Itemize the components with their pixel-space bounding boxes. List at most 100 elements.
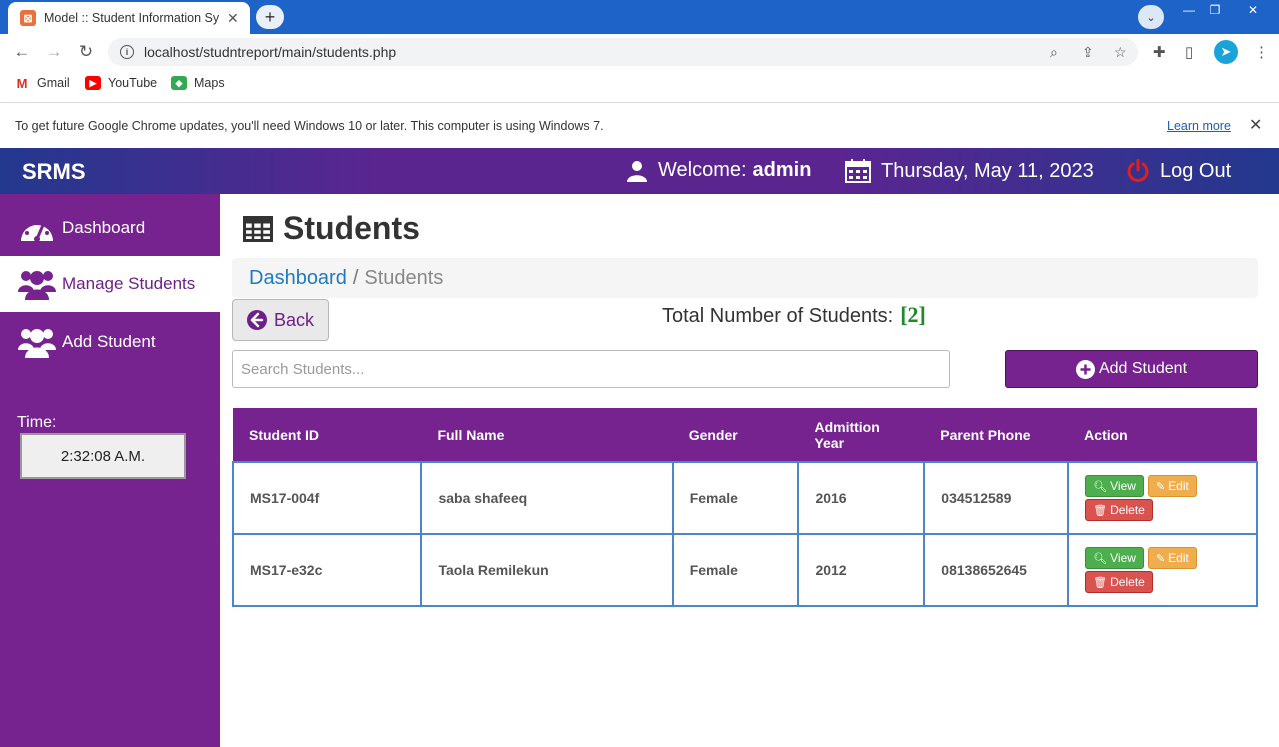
view-button[interactable]: 🔍︎ View — [1085, 475, 1144, 497]
col-parent-phone: Parent Phone — [924, 408, 1069, 462]
table-icon — [243, 215, 273, 242]
welcome-user: Welcome: admin — [626, 159, 811, 182]
learn-more-link[interactable]: Learn more — [1167, 119, 1231, 133]
bookmark-gmail[interactable]: M Gmail — [14, 76, 70, 91]
breadcrumb-separator: / — [352, 266, 359, 289]
tab-title: Model :: Student Information System — [44, 11, 219, 25]
cell-gender: Female — [671, 461, 800, 535]
time-label: Time: — [17, 414, 57, 431]
logout-link[interactable]: Log Out — [1126, 159, 1231, 183]
view-button[interactable]: 🔍︎ View — [1085, 547, 1144, 569]
table-row: MS17-e32c Taola Remilekun Female 2012 08… — [231, 533, 1258, 607]
window-close-icon[interactable]: ✕ — [1238, 0, 1268, 20]
maps-pin-icon: ◆ — [171, 76, 187, 90]
chrome-menu-icon[interactable]: ⋮ — [1254, 43, 1269, 61]
edit-button[interactable]: ✎ Edit — [1147, 547, 1197, 569]
search-icon: 🔍︎ — [1093, 480, 1108, 493]
dashboard-icon — [18, 212, 56, 244]
bookmark-label: Gmail — [37, 76, 70, 90]
add-student-label: Add Student — [1098, 360, 1188, 377]
site-info-icon[interactable]: i — [120, 45, 134, 59]
users-icon — [18, 326, 56, 358]
delete-label: Delete — [1110, 503, 1145, 517]
power-icon — [1126, 159, 1150, 183]
cell-gender: Female — [671, 533, 800, 607]
user-icon — [626, 160, 648, 182]
extensions-puzzle-icon[interactable]: ✚ — [1153, 43, 1166, 61]
restore-icon[interactable]: ❐ — [1201, 0, 1229, 20]
view-label: View — [1110, 551, 1136, 565]
url-text[interactable]: localhost/studntreport/main/students.php — [144, 44, 396, 60]
plus-circle-icon — [1075, 359, 1095, 379]
infobar-message: To get future Google Chrome updates, you… — [15, 119, 604, 133]
cell-student-id: MS17-e32c — [231, 533, 423, 607]
header-date: Thursday, May 11, 2023 — [845, 159, 1094, 183]
back-arrow-icon[interactable]: ← — [10, 41, 34, 63]
minimize-icon[interactable]: — — [1175, 0, 1203, 20]
bookmark-maps[interactable]: ◆ Maps — [171, 76, 225, 90]
cell-full-name: saba shafeeq — [420, 461, 674, 535]
page-title-text: Students — [283, 210, 420, 246]
profile-avatar-icon[interactable]: ➤ — [1214, 40, 1238, 64]
date-text: Thursday, May 11, 2023 — [881, 159, 1094, 182]
edit-icon: ✎ — [1155, 552, 1166, 565]
add-student-button[interactable]: Add Student — [1005, 350, 1258, 388]
breadcrumb-dashboard-link[interactable]: Dashboard — [249, 267, 347, 290]
users-icon — [18, 268, 56, 300]
delete-button[interactable]: 🗑︎ Delete — [1085, 499, 1153, 521]
delete-button[interactable]: 🗑︎ Delete — [1085, 571, 1153, 593]
delete-label: Delete — [1110, 575, 1145, 589]
browser-tab[interactable]: ⊠ Model :: Student Information System ✕ — [8, 2, 250, 34]
sidebar-item-label: Add Student — [62, 332, 156, 351]
breadcrumb: Dashboard / Students — [232, 258, 1258, 298]
bookmark-youtube[interactable]: ▶ YouTube — [85, 76, 157, 90]
sidebar-item-manage-students[interactable]: Manage Students — [0, 256, 220, 312]
clock-display: 2:32:08 A.M. — [20, 433, 186, 479]
cell-year: 2016 — [797, 461, 926, 535]
update-infobar: To get future Google Chrome updates, you… — [0, 102, 1279, 148]
bookmark-star-icon[interactable]: ☆ — [1114, 44, 1127, 61]
col-action: Action — [1068, 408, 1257, 462]
tab-close-icon[interactable]: ✕ — [227, 10, 239, 27]
circle-arrow-left-icon — [246, 310, 267, 330]
breadcrumb-current: Students — [364, 266, 444, 289]
sidebar-item-add-student[interactable]: Add Student — [0, 314, 220, 370]
reload-icon[interactable]: ↻ — [74, 41, 98, 63]
infobar-close-icon[interactable]: ✕ — [1249, 115, 1262, 135]
table-header-row: Student ID Full Name Gender Admittion Ye… — [233, 408, 1257, 462]
side-panel-icon[interactable]: ▯ — [1185, 43, 1193, 61]
edit-icon: ✎ — [1155, 480, 1166, 493]
sidebar: Dashboard Manage Students Add Student Ti… — [0, 194, 220, 747]
browser-toolbar: ← → ↻ i localhost/studntreport/main/stud… — [0, 34, 1279, 70]
trash-icon: 🗑︎ — [1093, 576, 1108, 589]
page-title: Students — [243, 210, 420, 247]
col-admittion-year: Admittion Year — [798, 408, 925, 462]
search-students-input[interactable] — [232, 350, 950, 388]
new-tab-button[interactable]: + — [256, 5, 284, 29]
cell-phone: 08138652645 — [923, 533, 1070, 607]
table-row: MS17-004f saba shafeeq Female 2016 03451… — [231, 461, 1258, 535]
total-label: Total Number of Students: — [662, 305, 894, 327]
cell-actions: 🔍︎ View ✎ Edit 🗑︎ Delete — [1067, 533, 1258, 607]
brand-logo[interactable]: SRMS — [22, 159, 86, 185]
browser-titlebar: ⊠ Model :: Student Information System ✕ … — [0, 0, 1279, 34]
edit-button[interactable]: ✎ Edit — [1147, 475, 1197, 497]
edit-label: Edit — [1168, 551, 1189, 565]
sidebar-item-label: Dashboard — [62, 218, 146, 237]
cell-phone: 034512589 — [923, 461, 1070, 535]
zoom-icon[interactable]: ⌕ — [1050, 44, 1058, 61]
tab-search-chevron-icon[interactable]: ⌄ — [1138, 5, 1164, 29]
youtube-icon: ▶ — [85, 76, 101, 90]
back-button[interactable]: Back — [232, 299, 329, 341]
edit-label: Edit — [1168, 479, 1189, 493]
address-bar[interactable]: i localhost/studntreport/main/students.p… — [108, 38, 1138, 66]
bookmark-label: YouTube — [108, 76, 158, 90]
logout-label[interactable]: Log Out — [1160, 160, 1231, 183]
forward-arrow-icon[interactable]: → — [42, 41, 66, 63]
share-icon[interactable]: ⇪ — [1082, 44, 1094, 61]
col-full-name: Full Name — [421, 408, 673, 462]
xampp-favicon-icon: ⊠ — [20, 10, 36, 26]
total-count: [2] — [900, 302, 926, 327]
sidebar-item-dashboard[interactable]: Dashboard — [0, 200, 220, 256]
students-table: Student ID Full Name Gender Admittion Ye… — [231, 408, 1258, 607]
